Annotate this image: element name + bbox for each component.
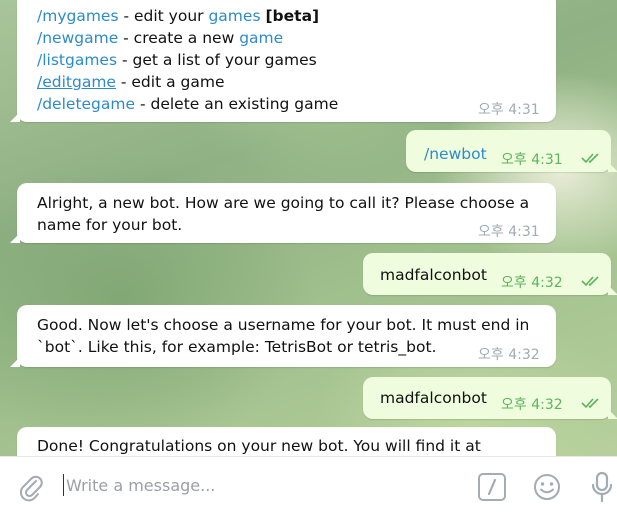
bot-commands-icon[interactable] xyxy=(477,472,507,502)
command-line: /mygames - edit your games [beta] xyxy=(37,5,338,27)
chat-history[interactable]: /mygames - edit your games [beta]/newgam… xyxy=(0,0,617,456)
message-time: 오후 4:31 xyxy=(478,102,540,118)
message-input[interactable]: Write a message... xyxy=(66,476,215,495)
read-checkmarks-icon xyxy=(581,276,599,287)
message-text: madfalconbot xyxy=(380,389,487,407)
incoming-message-commands: /mygames - edit your games [beta]/newgam… xyxy=(10,0,556,122)
incoming-message: Good. Now let's choose a username for yo… xyxy=(10,305,556,367)
command-link[interactable]: game xyxy=(239,29,283,47)
microphone-icon[interactable] xyxy=(587,470,617,504)
text-segment: - get a list of your games xyxy=(117,51,317,69)
text-segment: - create a new xyxy=(118,29,240,47)
outgoing-message: madfalconbot 오후 4:32 xyxy=(363,253,617,295)
command-link[interactable]: /mygames xyxy=(37,7,119,25)
message-time: 오후 4:31 xyxy=(478,224,540,240)
text-segment: [beta] xyxy=(265,7,320,25)
message-text: Alright, a new bot. How are we going to … xyxy=(37,194,530,234)
text-segment: - edit your xyxy=(118,7,209,25)
command-line: /editgame - edit a game xyxy=(37,71,338,93)
command-link[interactable]: /listgames xyxy=(37,51,117,69)
message-text: Done! Congratulations on your new bot. Y… xyxy=(37,437,481,455)
message-time: 오후 4:31 xyxy=(501,152,563,168)
message-composer: Write a message... xyxy=(0,456,617,520)
message-time: 오후 4:32 xyxy=(501,275,563,291)
message-time: 오후 4:32 xyxy=(501,397,563,413)
message-text: /mygames - edit your games [beta]/newgam… xyxy=(37,5,338,115)
outgoing-message: madfalconbot 오후 4:32 xyxy=(363,377,617,419)
message-time: 오후 4:32 xyxy=(478,347,540,363)
message-text[interactable]: /newbot xyxy=(424,143,487,165)
command-line: /deletegame - delete an existing game xyxy=(37,93,338,115)
command-link[interactable]: /editgame xyxy=(37,73,116,91)
text-cursor xyxy=(63,474,64,496)
command-line: /listgames - get a list of your games xyxy=(37,49,338,71)
command-link[interactable]: games xyxy=(208,7,260,25)
read-checkmarks-icon xyxy=(581,398,599,409)
incoming-message: Done! Congratulations on your new bot. Y… xyxy=(17,427,556,456)
text-segment: - edit a game xyxy=(115,73,225,91)
command-link[interactable]: /newgame xyxy=(37,29,118,47)
emoji-icon[interactable] xyxy=(532,472,562,502)
text-segment: - delete an existing game xyxy=(135,95,339,113)
message-text: madfalconbot xyxy=(380,266,487,284)
command-link[interactable]: /deletegame xyxy=(37,95,135,113)
command-line: /newgame - create a new game xyxy=(37,27,338,49)
paperclip-icon[interactable] xyxy=(16,472,46,502)
message-text: Good. Now let's choose a username for yo… xyxy=(37,316,530,356)
read-checkmarks-icon xyxy=(581,153,599,164)
incoming-message: Alright, a new bot. How are we going to … xyxy=(10,183,556,243)
outgoing-message: /newbot 오후 4:31 xyxy=(406,130,617,172)
